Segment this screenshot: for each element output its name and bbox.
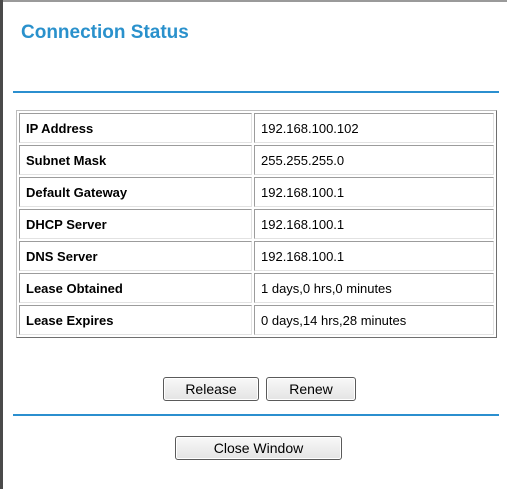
- renew-button[interactable]: Renew: [266, 377, 356, 401]
- lease-expires-value: 0 days,14 hrs,28 minutes: [254, 305, 494, 335]
- table-row: Default Gateway 192.168.100.1: [19, 177, 494, 207]
- lease-expires-label: Lease Expires: [19, 305, 252, 335]
- ip-address-value: 192.168.100.102: [254, 113, 494, 143]
- table-row: Lease Expires 0 days,14 hrs,28 minutes: [19, 305, 494, 335]
- lease-obtained-value: 1 days,0 hrs,0 minutes: [254, 273, 494, 303]
- lease-obtained-label: Lease Obtained: [19, 273, 252, 303]
- connection-status-table: IP Address 192.168.100.102 Subnet Mask 2…: [16, 110, 497, 338]
- close-window-button[interactable]: Close Window: [175, 436, 342, 460]
- release-button[interactable]: Release: [163, 377, 259, 401]
- table-row: DNS Server 192.168.100.1: [19, 241, 494, 271]
- title-divider: [13, 91, 499, 93]
- table-row: Subnet Mask 255.255.255.0: [19, 145, 494, 175]
- window-top-border: [0, 0, 507, 2]
- dns-server-value: 192.168.100.1: [254, 241, 494, 271]
- subnet-mask-label: Subnet Mask: [19, 145, 252, 175]
- page-title: Connection Status: [21, 22, 189, 43]
- table-row: DHCP Server 192.168.100.1: [19, 209, 494, 239]
- table-row: Lease Obtained 1 days,0 hrs,0 minutes: [19, 273, 494, 303]
- dhcp-server-label: DHCP Server: [19, 209, 252, 239]
- table-row: IP Address 192.168.100.102: [19, 113, 494, 143]
- subnet-mask-value: 255.255.255.0: [254, 145, 494, 175]
- ip-address-label: IP Address: [19, 113, 252, 143]
- default-gateway-label: Default Gateway: [19, 177, 252, 207]
- button-divider: [13, 414, 499, 416]
- dhcp-server-value: 192.168.100.1: [254, 209, 494, 239]
- dns-server-label: DNS Server: [19, 241, 252, 271]
- window-left-border: [0, 0, 3, 489]
- connection-status-window: Connection Status IP Address 192.168.100…: [0, 0, 507, 489]
- default-gateway-value: 192.168.100.1: [254, 177, 494, 207]
